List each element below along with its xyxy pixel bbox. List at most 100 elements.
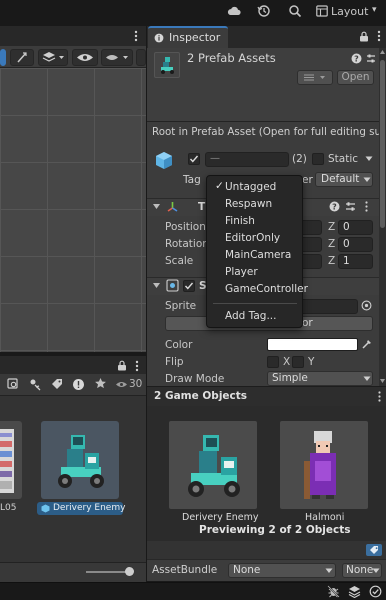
rotation-z-label: Z bbox=[328, 238, 336, 250]
transform-title: T bbox=[198, 201, 206, 213]
rotation-y-field[interactable] bbox=[300, 237, 322, 252]
asset-thumbnail-left[interactable] bbox=[0, 421, 22, 499]
lock-icon[interactable] bbox=[117, 360, 127, 371]
position-y-field[interactable] bbox=[300, 220, 322, 235]
scale-label: Scale bbox=[165, 255, 194, 267]
help-icon[interactable]: ? bbox=[351, 53, 362, 64]
tag-dropdown-menu: ✓ Untagged Respawn Finish EditorOnly Mai… bbox=[206, 175, 308, 328]
tag-icon[interactable] bbox=[51, 378, 64, 391]
position-z-field[interactable]: 0 bbox=[338, 220, 373, 235]
rotation-z-field[interactable]: 0 bbox=[338, 237, 373, 252]
debug-bug-icon[interactable] bbox=[327, 585, 340, 598]
info-circle-icon bbox=[154, 33, 164, 43]
menu-separator bbox=[213, 303, 297, 304]
lock-icon[interactable] bbox=[359, 31, 369, 42]
scene-tool-button[interactable] bbox=[136, 49, 146, 66]
foldout-arrow-icon[interactable] bbox=[153, 282, 160, 289]
hidden-packages-eye-icon[interactable] bbox=[115, 380, 128, 389]
scene-view[interactable] bbox=[0, 68, 146, 352]
chevron-down-icon bbox=[372, 568, 380, 573]
thumbnail-size-slider[interactable] bbox=[86, 571, 130, 573]
scroll-up-arrow-icon[interactable] bbox=[380, 50, 385, 54]
hidden-packages-count: 30 bbox=[129, 378, 143, 390]
cloud-icon[interactable] bbox=[227, 5, 241, 17]
eyedropper-icon[interactable] bbox=[361, 338, 373, 350]
chevron-down-icon bbox=[363, 376, 371, 381]
active-checkbox[interactable] bbox=[188, 153, 200, 165]
chevron-down-icon[interactable] bbox=[365, 156, 373, 162]
chevron-down-icon bbox=[363, 177, 371, 182]
layers-dropdown-button[interactable] bbox=[38, 49, 68, 66]
static-checkbox[interactable] bbox=[312, 153, 324, 165]
prefab-cube-icon bbox=[41, 504, 50, 513]
layers-stack-icon[interactable] bbox=[348, 585, 361, 598]
layout-dropdown[interactable]: Layout ▾ bbox=[312, 3, 382, 21]
asset-bundle-variant-dropdown[interactable]: None bbox=[342, 563, 382, 578]
sprite-renderer-icon bbox=[166, 279, 179, 292]
asset-bundle-dropdown[interactable]: None bbox=[228, 563, 336, 578]
gizmo-toggle-button[interactable] bbox=[0, 49, 6, 66]
flip-x-checkbox[interactable] bbox=[267, 356, 279, 368]
flip-label: Flip bbox=[165, 356, 184, 368]
menu-item-player[interactable]: Player bbox=[207, 264, 302, 281]
check-circle-icon[interactable] bbox=[369, 585, 382, 598]
flip-x-label: X bbox=[283, 356, 291, 368]
asset-thumbnail-derivery-enemy[interactable] bbox=[41, 421, 119, 499]
more-options-icon[interactable] bbox=[377, 390, 382, 403]
more-options-icon[interactable] bbox=[364, 200, 369, 213]
menu-item-add-tag[interactable]: Add Tag... bbox=[207, 308, 302, 325]
sprite-renderer-enabled-checkbox[interactable] bbox=[183, 280, 195, 292]
layer-dropdown[interactable]: Default bbox=[315, 172, 373, 187]
object-name-field[interactable]: — bbox=[205, 152, 289, 167]
svg-text:?: ? bbox=[332, 203, 337, 212]
game-objects-title: 2 Game Objects bbox=[154, 390, 248, 402]
prefab-options-dropdown[interactable] bbox=[297, 70, 333, 85]
warning-filter-icon[interactable] bbox=[72, 378, 85, 391]
history-icon[interactable] bbox=[257, 4, 271, 18]
layout-icon bbox=[316, 5, 328, 17]
sprite-object-field[interactable] bbox=[300, 299, 358, 314]
more-options-icon[interactable] bbox=[134, 359, 140, 373]
scale-z-field[interactable]: 1 bbox=[338, 254, 373, 269]
thumbnail-size-slider-thumb[interactable] bbox=[125, 567, 134, 576]
search-by-label-icon[interactable] bbox=[29, 378, 42, 391]
visibility-toggle-button[interactable] bbox=[72, 49, 98, 66]
favorite-star-icon[interactable] bbox=[94, 377, 107, 390]
preset-sliders-icon[interactable] bbox=[345, 201, 356, 212]
search-by-type-icon[interactable] bbox=[7, 378, 20, 391]
more-options-icon[interactable] bbox=[133, 29, 139, 43]
asset-bundle-bar bbox=[147, 541, 386, 559]
asset-label-tag-icon[interactable] bbox=[366, 544, 382, 556]
scale-y-field[interactable] bbox=[300, 254, 322, 269]
menu-item-editor-only[interactable]: EditorOnly bbox=[207, 230, 302, 247]
search-icon[interactable] bbox=[288, 4, 302, 18]
foldout-arrow-icon[interactable] bbox=[153, 203, 160, 210]
menu-item-respawn[interactable]: Respawn bbox=[207, 196, 302, 213]
static-label: Static bbox=[328, 153, 359, 165]
chevron-down-icon: ▾ bbox=[372, 5, 377, 15]
settings-sliders-icon[interactable] bbox=[366, 53, 376, 64]
color-swatch[interactable] bbox=[267, 338, 358, 351]
preview-item-derivery-enemy[interactable] bbox=[169, 421, 257, 509]
open-prefab-button[interactable]: Open bbox=[337, 70, 374, 85]
menu-item-finish[interactable]: Finish bbox=[207, 213, 302, 230]
draw-mode-dropdown[interactable]: Simple bbox=[267, 371, 373, 386]
tab-inspector[interactable]: Inspector bbox=[148, 26, 228, 48]
flip-y-checkbox[interactable] bbox=[292, 356, 304, 368]
scene-camera-dropdown[interactable] bbox=[101, 49, 133, 66]
fx-toggle-button[interactable] bbox=[10, 49, 34, 66]
preview-item-halmoni[interactable] bbox=[280, 421, 368, 509]
rotation-label: Rotation bbox=[165, 238, 209, 250]
menu-item-untagged[interactable]: Untagged bbox=[207, 179, 302, 196]
asset-bundle-label: AssetBundle bbox=[152, 564, 218, 576]
inspector-scrollbar-thumb[interactable] bbox=[380, 60, 385, 228]
scroll-down-arrow-icon[interactable] bbox=[380, 379, 385, 383]
selected-asset-label[interactable]: Derivery Enemy bbox=[37, 502, 125, 515]
more-options-icon[interactable] bbox=[376, 29, 382, 43]
transform-icon bbox=[166, 200, 179, 213]
menu-item-main-camera[interactable]: MainCamera bbox=[207, 247, 302, 264]
help-icon[interactable]: ? bbox=[329, 201, 340, 212]
root-notice: Root in Prefab Asset (Open for full edit… bbox=[147, 123, 386, 141]
object-picker-icon[interactable] bbox=[361, 300, 372, 311]
menu-item-game-controller[interactable]: GameController bbox=[207, 281, 308, 298]
